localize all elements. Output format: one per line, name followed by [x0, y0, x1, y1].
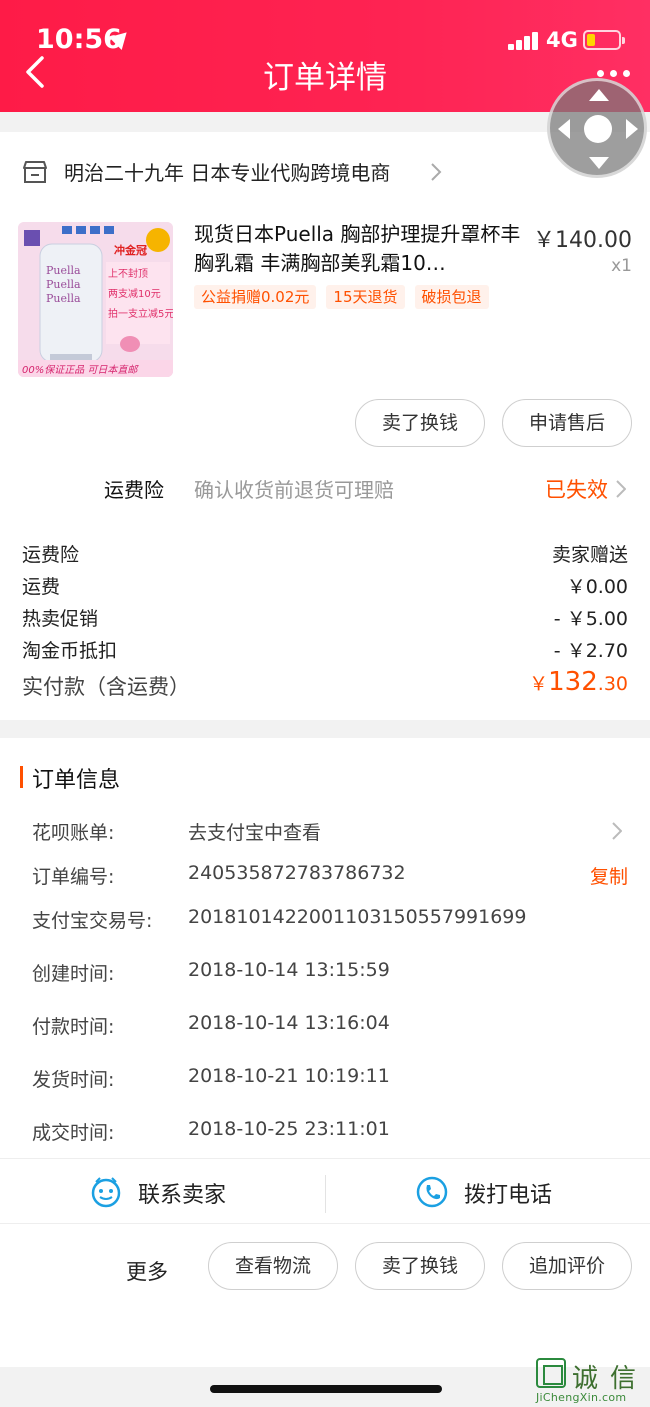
contact-card: 联系卖家 拨打电话	[0, 1158, 650, 1224]
fee-value: 卖家赠送	[551, 544, 628, 566]
info-value: 2018-10-14 13:15:59	[188, 959, 390, 981]
shop-icon	[23, 161, 47, 183]
shipped-time-row: 发货时间: 2018-10-21 10:19:11	[0, 1061, 650, 1095]
nav-header: 10:56 4G 订单详情	[0, 0, 650, 112]
huabei-bill-row[interactable]: 花呗账单: 去支付宝中查看	[0, 814, 650, 848]
fee-label: 运费	[22, 576, 61, 598]
order-info-card: 订单信息 花呗账单: 去支付宝中查看 订单编号: 240535872783786…	[0, 738, 650, 1158]
contact-bar: 联系卖家 拨打电话	[0, 1158, 650, 1224]
chat-face-icon	[91, 1177, 121, 1208]
call-phone-label: 拨打电话	[464, 1183, 553, 1208]
order-info-title: 订单信息	[32, 768, 121, 793]
shipping-insurance-desc: 确认收货前退货可理赔	[194, 478, 394, 502]
info-key: 支付宝交易号:	[32, 910, 153, 932]
total-currency: ￥	[529, 673, 549, 695]
tag-return: 15天退货	[326, 285, 405, 309]
created-time-row: 创建时间: 2018-10-14 13:15:59	[0, 955, 650, 989]
shipping-insurance-row[interactable]: 运费险 确认收货前退货可理赔 已失效	[0, 470, 650, 510]
tag-charity: 公益捐赠0.02元	[194, 285, 317, 309]
shop-name: 明治二十九年 日本专业代购跨境电商	[64, 161, 391, 185]
info-value: 2018-10-21 10:19:11	[188, 1065, 390, 1087]
product-image-badge: 冲金冠	[114, 243, 147, 257]
copy-button[interactable]: 复制	[590, 862, 628, 889]
chevron-right-icon	[612, 822, 622, 840]
product-image[interactable]: Puella Puella Puella 冲金冠 上不封顶 两支减10元 拍一支…	[18, 222, 173, 377]
fee-label: 热卖促销	[22, 608, 99, 630]
info-key: 花呗账单:	[32, 822, 115, 844]
fee-label: 运费险	[22, 544, 80, 566]
total-paid-amount: ￥132.30	[529, 667, 628, 697]
page-title: 订单详情	[263, 60, 387, 96]
apply-aftersale-button[interactable]: 申请售后	[502, 399, 632, 447]
service-tags: 公益捐赠0.02元 15天退货 破损包退	[194, 285, 499, 309]
fee-value: - ￥5.00	[553, 608, 628, 630]
contact-seller-button[interactable]: 联系卖家	[0, 1159, 325, 1225]
watermark-char: 诚	[572, 1364, 599, 1394]
bottom-actions: 更多 查看物流 卖了换钱 追加评价	[0, 1224, 650, 1367]
info-value: 2018101422001103150557991699	[188, 906, 527, 928]
product-image-footer: 00%保证正品 可日本直邮	[22, 364, 139, 376]
chevron-right-icon	[431, 163, 442, 181]
fee-label: 淘金币抵扣	[22, 640, 118, 662]
product-image-brand-2: Puella	[46, 278, 81, 291]
total-paid-label: 实付款（含运费）	[22, 675, 190, 699]
info-key: 付款时间:	[32, 1016, 115, 1038]
assistive-touch-button[interactable]	[547, 78, 647, 178]
info-value: 去支付宝中查看	[188, 822, 322, 844]
paid-time-row: 付款时间: 2018-10-14 13:16:04	[0, 1008, 650, 1042]
more-menu-icon[interactable]	[597, 70, 631, 78]
watermark-char: 信	[610, 1364, 637, 1394]
battery-icon	[583, 30, 625, 50]
network-type: 4G	[546, 28, 578, 52]
add-review-button[interactable]: 追加评价	[502, 1242, 632, 1290]
product-image-promo-3: 上不封顶	[108, 267, 148, 280]
status-time: 10:56	[36, 24, 122, 55]
info-key: 成交时间:	[32, 1122, 115, 1144]
total-paid-row: 实付款（含运费） ￥132.30	[22, 667, 628, 707]
shipping-insurance-status: 已失效	[545, 478, 608, 502]
fee-row: 运费 ￥0.00	[22, 572, 628, 602]
info-key: 创建时间:	[32, 963, 115, 985]
sell-for-cash-button[interactable]: 卖了换钱	[355, 399, 485, 447]
completed-time-row: 成交时间: 2018-10-25 23:11:01	[0, 1114, 650, 1148]
product-image-brand-3: Puella	[46, 292, 81, 305]
chevron-right-icon	[616, 480, 626, 498]
product-image-promo-1: 拍一支立减5元	[108, 307, 173, 320]
product-image-brand-1: Puella	[46, 264, 81, 277]
info-key: 订单编号:	[32, 866, 115, 888]
tag-damage: 破损包退	[414, 285, 489, 309]
fee-row: 运费险 卖家赠送	[22, 540, 628, 570]
info-value: 2018-10-14 13:16:04	[188, 1012, 390, 1034]
signal-icon	[508, 32, 540, 50]
total-decimal: .30	[597, 673, 628, 695]
watermark-url: JiChengXin.com	[536, 1391, 627, 1404]
alipay-trade-row: 支付宝交易号: 2018101422001103150557991699	[0, 902, 650, 936]
view-logistics-button[interactable]: 查看物流	[208, 1242, 338, 1290]
order-number-row: 订单编号: 240535872783786732 复制	[0, 858, 650, 892]
fee-row: 淘金币抵扣 - ￥2.70	[22, 636, 628, 666]
total-integer: 132	[548, 667, 598, 697]
home-indicator	[210, 1385, 442, 1393]
info-value: 2018-10-25 23:11:01	[188, 1118, 390, 1140]
watermark-logo: 诚 信 JiChengXin.com	[532, 1358, 650, 1407]
product-quantity: x1	[611, 256, 632, 276]
call-phone-button[interactable]: 拨打电话	[326, 1159, 650, 1225]
sell-for-cash-button[interactable]: 卖了换钱	[355, 1242, 485, 1290]
product-image-promo-2: 两支减10元	[108, 288, 161, 300]
fee-row: 热卖促销 - ￥5.00	[22, 604, 628, 634]
phone-icon	[416, 1176, 448, 1208]
contact-seller-label: 联系卖家	[138, 1183, 227, 1208]
info-value: 240535872783786732	[188, 862, 406, 884]
order-item-card: 明治二十九年 日本专业代购跨境电商 Puella Puella Puella 冲…	[0, 132, 650, 720]
info-key: 发货时间:	[32, 1069, 115, 1091]
product-title[interactable]: 现货日本Puella 胸部护理提升罩杯丰胸乳霜 丰满胸部美乳霜10…	[194, 220, 524, 278]
section-accent-bar	[20, 766, 23, 788]
shipping-insurance-label: 运费险	[104, 478, 164, 502]
product-photo: Puella Puella Puella 冲金冠 上不封顶 两支减10元 拍一支…	[18, 222, 173, 377]
fee-value: ￥0.00	[566, 576, 628, 598]
more-actions-label[interactable]: 更多	[126, 1256, 168, 1286]
product-price: ￥140.00	[533, 228, 632, 253]
watermark-icon	[536, 1358, 566, 1388]
fee-value: - ￥2.70	[553, 640, 628, 662]
